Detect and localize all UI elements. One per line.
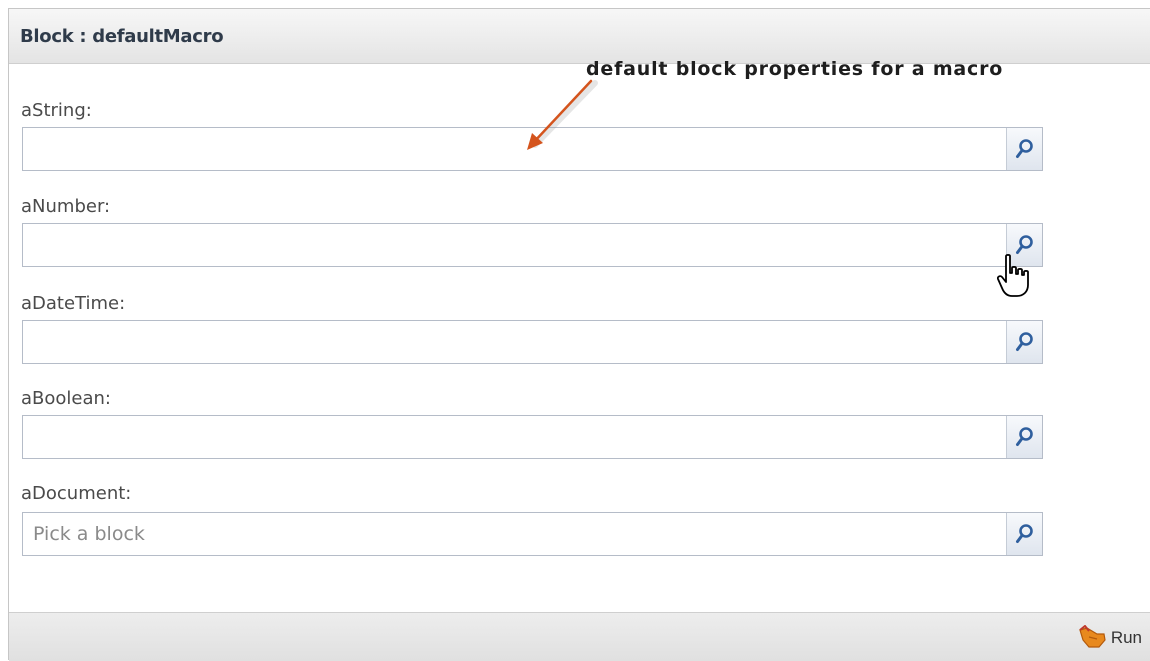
anumber-input[interactable] bbox=[23, 224, 1007, 266]
panel-footer: Run bbox=[9, 612, 1150, 661]
panel-header: Block : defaultMacro bbox=[9, 9, 1150, 64]
field-adocument bbox=[22, 512, 1043, 556]
adocument-input[interactable] bbox=[23, 513, 1007, 555]
astring-picker-button[interactable] bbox=[1006, 128, 1042, 170]
search-icon bbox=[1016, 332, 1033, 351]
adatetime-input[interactable] bbox=[23, 321, 1007, 363]
field-adatetime bbox=[22, 320, 1043, 364]
annotation-arrow-icon bbox=[527, 79, 598, 150]
run-hand-icon bbox=[1079, 625, 1106, 648]
run-label: Run bbox=[1110, 628, 1142, 647]
run-button[interactable]: Run bbox=[1077, 623, 1142, 653]
field-label-aboolean: aBoolean: bbox=[21, 388, 111, 409]
adatetime-picker-button[interactable] bbox=[1006, 321, 1042, 363]
aboolean-picker-button[interactable] bbox=[1006, 416, 1042, 458]
field-label-anumber: aNumber: bbox=[21, 196, 111, 217]
adocument-picker-button[interactable] bbox=[1006, 513, 1042, 555]
aboolean-input[interactable] bbox=[23, 416, 1007, 458]
field-label-adocument: aDocument: bbox=[21, 483, 132, 504]
search-icon bbox=[1016, 524, 1033, 543]
field-aboolean bbox=[22, 415, 1043, 459]
search-icon bbox=[1016, 139, 1033, 158]
search-icon bbox=[1016, 427, 1033, 446]
hand-cursor-icon bbox=[997, 253, 1029, 297]
annotation-text: default block properties for a macro bbox=[586, 58, 1004, 80]
panel-title: Block : defaultMacro bbox=[20, 26, 224, 47]
field-label-astring: aString: bbox=[21, 100, 92, 121]
field-label-adatetime: aDateTime: bbox=[21, 293, 126, 314]
field-anumber bbox=[22, 223, 1043, 267]
